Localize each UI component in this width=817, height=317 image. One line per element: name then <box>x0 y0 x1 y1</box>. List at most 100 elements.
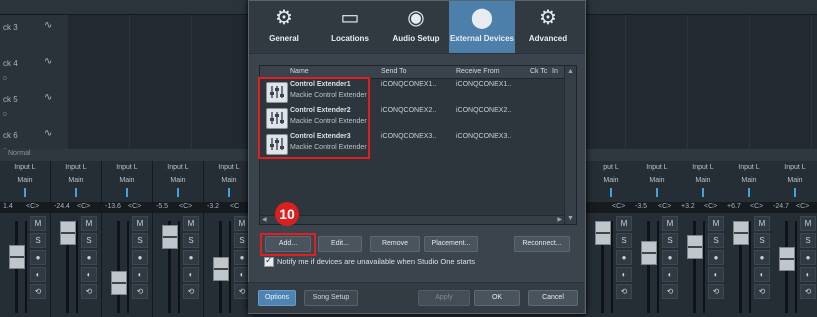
pan-control[interactable]: -3.2 <C <box>204 202 254 213</box>
channel-output-label[interactable]: Main <box>153 177 203 184</box>
monitor-button[interactable]: ◐ <box>183 267 199 282</box>
volume-fader-handle[interactable] <box>687 235 703 259</box>
automation-button[interactable]: ⟲ <box>708 284 724 299</box>
tab-external-devices[interactable]: ⬤ External Devices <box>449 1 515 53</box>
automation-button[interactable]: ⟲ <box>616 284 632 299</box>
placement-button[interactable]: Placement... <box>424 236 478 252</box>
record-arm-button[interactable]: ● <box>132 250 148 265</box>
device-list-vertical-scrollbar[interactable]: ▲ ▼ <box>564 66 576 224</box>
edit-device-button[interactable]: Edit... <box>318 236 362 252</box>
automation-button[interactable]: ⟲ <box>662 284 678 299</box>
tab-general[interactable]: ⚙ General <box>251 1 317 53</box>
mute-button[interactable]: M <box>30 216 46 231</box>
volume-fader-handle[interactable] <box>9 245 25 269</box>
song-setup-button[interactable]: Song Setup <box>304 290 358 306</box>
channel-input-label[interactable]: Input L <box>678 164 728 171</box>
device-receive-from[interactable]: iCONQCONEX3.. <box>456 133 511 140</box>
channel-output-label[interactable]: Main <box>102 177 152 184</box>
channel-output-label[interactable]: Main <box>632 177 682 184</box>
channel-input-label[interactable]: Input L <box>51 164 101 171</box>
volume-fader-handle[interactable] <box>213 257 229 281</box>
mute-button[interactable]: M <box>800 216 816 231</box>
record-arm-button[interactable]: ● <box>754 250 770 265</box>
solo-button[interactable]: S <box>183 233 199 248</box>
cancel-button[interactable]: Cancel <box>528 290 578 306</box>
solo-button[interactable]: S <box>616 233 632 248</box>
volume-fader-handle[interactable] <box>733 221 749 245</box>
volume-fader-handle[interactable] <box>641 241 657 265</box>
pan-control[interactable]: +6.7 <C> <box>724 202 774 213</box>
monitor-button[interactable]: ◐ <box>616 267 632 282</box>
automation-button[interactable]: ⟲ <box>81 284 97 299</box>
automation-button[interactable]: ⟲ <box>30 284 46 299</box>
device-send-to[interactable]: iCONQCONEX1.. <box>381 81 436 88</box>
record-arm-button[interactable]: ● <box>708 250 724 265</box>
record-arm-button[interactable]: ● <box>616 250 632 265</box>
pan-control[interactable]: +3.2 <C> <box>678 202 728 213</box>
monitor-button[interactable]: ◐ <box>132 267 148 282</box>
channel-input-label[interactable]: put L <box>586 164 636 171</box>
monitor-button[interactable]: ◐ <box>754 267 770 282</box>
channel-input-label[interactable]: Input L <box>770 164 817 171</box>
tab-advanced[interactable]: ⚙ Advanced <box>515 1 581 53</box>
channel-input-label[interactable]: Input L <box>0 164 50 171</box>
mute-button[interactable]: M <box>81 216 97 231</box>
solo-button[interactable]: S <box>30 233 46 248</box>
channel-input-label[interactable]: Input L <box>724 164 774 171</box>
scroll-down-icon[interactable]: ▼ <box>567 215 574 222</box>
pan-control[interactable]: -13.6 <C> <box>102 202 152 213</box>
volume-fader-handle[interactable] <box>111 271 127 295</box>
device-list-horizontal-scrollbar[interactable]: ◀ ▶ <box>260 215 564 224</box>
apply-button[interactable]: Apply <box>418 290 470 306</box>
device-receive-from[interactable]: iCONQCONEX2.. <box>456 107 511 114</box>
volume-fader-track[interactable] <box>647 221 650 313</box>
volume-fader-handle[interactable] <box>595 221 611 245</box>
track-header[interactable]: ck 4 ∿ o <box>0 51 68 88</box>
channel-output-label[interactable]: Main <box>0 177 50 184</box>
automation-button[interactable]: ⟲ <box>754 284 770 299</box>
pan-control[interactable]: -3.5 <C> <box>632 202 682 213</box>
monitor-button[interactable]: ◐ <box>662 267 678 282</box>
solo-button[interactable]: S <box>81 233 97 248</box>
channel-input-label[interactable]: Input L <box>102 164 152 171</box>
record-arm-button[interactable]: ● <box>183 250 199 265</box>
ok-button[interactable]: OK <box>474 290 520 306</box>
track-header[interactable]: ck 5 ∿ o <box>0 87 68 124</box>
channel-input-label[interactable]: Input L <box>632 164 682 171</box>
pan-control[interactable]: 1.4 <C> <box>0 202 50 213</box>
mute-button[interactable]: M <box>708 216 724 231</box>
monitor-button[interactable]: ◐ <box>708 267 724 282</box>
volume-fader-handle[interactable] <box>779 247 795 271</box>
automation-button[interactable]: ⟲ <box>183 284 199 299</box>
solo-button[interactable]: S <box>754 233 770 248</box>
column-receive-from[interactable]: Receive From <box>456 68 500 75</box>
solo-button[interactable]: S <box>800 233 816 248</box>
device-send-to[interactable]: iCONQCONEX2.. <box>381 107 436 114</box>
mute-button[interactable]: M <box>616 216 632 231</box>
column-in[interactable]: In <box>552 68 558 75</box>
pan-control[interactable]: <C> <box>586 202 636 213</box>
record-arm-button[interactable]: ● <box>662 250 678 265</box>
solo-button[interactable]: S <box>708 233 724 248</box>
monitor-button[interactable]: ◐ <box>81 267 97 282</box>
pan-control[interactable]: -24.4 <C> <box>51 202 101 213</box>
volume-fader-handle[interactable] <box>60 221 76 245</box>
mute-button[interactable]: M <box>132 216 148 231</box>
monitor-button[interactable]: ◐ <box>800 267 816 282</box>
channel-input-label[interactable]: Input L <box>153 164 203 171</box>
record-arm-button[interactable]: ● <box>800 250 816 265</box>
monitor-button[interactable]: ◐ <box>30 267 46 282</box>
automation-button[interactable]: ⟲ <box>132 284 148 299</box>
tab-audio-setup[interactable]: ◉ Audio Setup <box>383 1 449 53</box>
channel-output-label[interactable]: Main <box>770 177 817 184</box>
scroll-right-icon[interactable]: ▶ <box>557 216 562 223</box>
scroll-left-icon[interactable]: ◀ <box>262 216 267 223</box>
volume-fader-track[interactable] <box>117 221 120 313</box>
solo-button[interactable]: S <box>132 233 148 248</box>
options-button[interactable]: Options <box>258 290 296 306</box>
column-send-to[interactable]: Send To <box>381 68 407 75</box>
device-send-to[interactable]: iCONQCONEX3.. <box>381 133 436 140</box>
record-arm-button[interactable]: ● <box>30 250 46 265</box>
column-ck-tc[interactable]: Ck Tc <box>530 68 547 75</box>
remove-device-button[interactable]: Remove <box>370 236 420 252</box>
